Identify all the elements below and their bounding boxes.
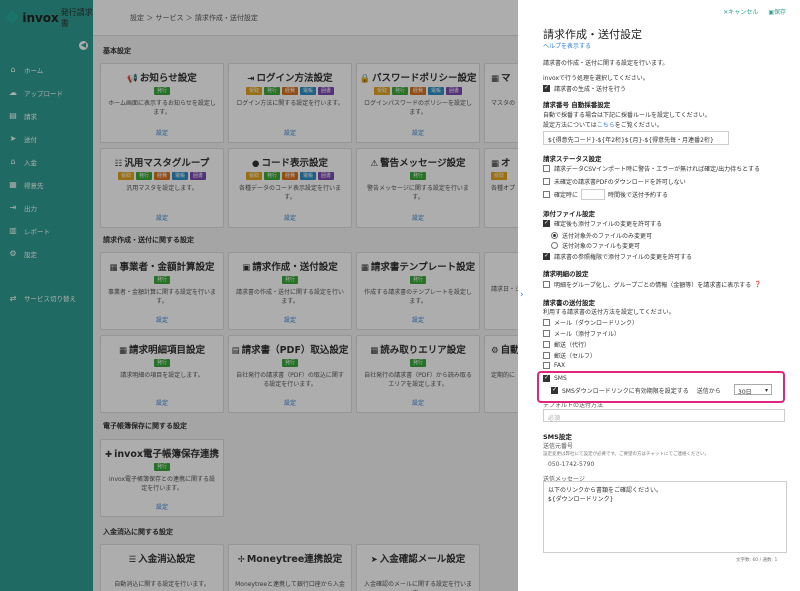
checkbox[interactable]	[543, 165, 550, 172]
option-label: 郵送（セルフ）	[554, 353, 597, 360]
option-label: 請求書の参照権限で添付ファイルの変更を許可する	[554, 254, 693, 261]
help-link[interactable]: ヘルプを表示する	[543, 41, 591, 50]
status-option-1[interactable]: 請求データCSVインポート時に警告・エラーが無ければ確定/出力待ちとする	[543, 164, 760, 173]
status-option-2[interactable]: 未確定の請求書PDFのダウンロードを許可しない	[543, 177, 686, 186]
checkbox[interactable]	[543, 341, 550, 348]
numbering-desc: 自動で採番する場合は下記に採番ルールを設定してください。	[543, 112, 711, 119]
help-icon[interactable]: ❓	[754, 281, 761, 288]
chevron-right-icon[interactable]: ›	[520, 290, 524, 300]
sms-highlight-box	[537, 371, 785, 403]
sms-settings-title: SMS設定	[543, 433, 572, 441]
attach-option-1[interactable]: 確定後も添付ファイルの変更を許可する	[543, 219, 662, 228]
detail-title: 請求明細の設定	[543, 270, 589, 278]
sender-number: 050-1742-5790	[548, 461, 595, 468]
checkbox[interactable]	[543, 219, 550, 227]
panel-actions: ✕キャンセル ▣保存	[723, 7, 786, 16]
checkbox[interactable]	[543, 84, 550, 92]
sender-label: 送信元番号	[543, 443, 574, 450]
process-note: invoxで行う処理を選択してください。	[543, 75, 649, 82]
panel-title: 請求作成・送付設定	[543, 28, 642, 41]
send-option-email-attach[interactable]: メール（添付ファイル）	[543, 329, 620, 338]
char-count: 文字数: 60 / 通数: 1	[736, 558, 778, 563]
send-option-email-link[interactable]: メール（ダウンロードリンク）	[543, 318, 638, 327]
checkbox[interactable]	[543, 252, 550, 260]
message-line: 以下のリンクから書類をご確認ください。	[548, 487, 663, 494]
sms-message-textarea[interactable]: 以下のリンクから書類をご確認ください。 ${ダウンロードリンク}	[543, 481, 787, 553]
checkbox[interactable]	[543, 281, 550, 288]
numbering-help: 設定方法については こちら をご覧ください。	[543, 120, 663, 129]
numbering-title: 請求番号 自動採番設定	[543, 101, 611, 109]
send-option-fax[interactable]: FAX	[543, 362, 565, 369]
default-method-select[interactable]: 必須	[543, 409, 785, 422]
send-desc: 利用する請求書の送付方法を設定してください。	[543, 309, 675, 316]
cancel-label: キャンセル	[728, 9, 759, 16]
process-option[interactable]: 請求書の生成・送付を行う	[543, 84, 626, 93]
option-label: 確定後も添付ファイルの変更を許可する	[554, 221, 663, 228]
numbering-rule-input[interactable]: ${得意先コード}-${年2桁}${月}-${得意先毎・月連番2桁}	[543, 131, 729, 145]
send-title: 請求書の送付設定	[543, 299, 595, 307]
message-line: ${ダウンロードリンク}	[548, 496, 614, 503]
option-label: 未確定の請求書PDFのダウンロードを許可しない	[554, 179, 686, 186]
status-title: 請求ステータス設定	[543, 155, 602, 163]
send-option-mail-proxy[interactable]: 郵送（代行）	[543, 340, 590, 349]
attach-radio-1[interactable]: 送付対象外のファイルのみ変更可	[551, 231, 652, 240]
option-label: 送付対象外のファイルのみ変更可	[562, 233, 653, 240]
sender-note: 設定変更は弊社にて設定が必要です。ご要望の方はチャットにてご連絡ください。	[543, 452, 710, 457]
help-text: 設定方法については	[543, 122, 597, 129]
checkbox[interactable]	[543, 178, 550, 185]
save-button[interactable]: ▣保存	[768, 7, 786, 16]
save-label: 保存	[773, 9, 786, 16]
help-text: をご覧ください。	[614, 122, 663, 129]
attach-title: 添付ファイル設定	[543, 210, 595, 218]
panel-intro: 請求書の作成・送付に関する設定を行います。	[543, 60, 669, 67]
option-label: 時間後で送付予約する	[608, 192, 669, 199]
send-option-mail-self[interactable]: 郵送（セルフ）	[543, 351, 596, 360]
attach-radio-2[interactable]: 送付対象のファイルも変更可	[551, 241, 640, 250]
option-label: 確定時に	[554, 192, 579, 199]
detail-option[interactable]: 明細をグループ化し、グループごとの情報（金額等）を請求書に表示する ❓	[543, 280, 762, 289]
radio[interactable]	[551, 232, 558, 239]
radio[interactable]	[551, 242, 558, 249]
checkbox[interactable]	[543, 352, 550, 359]
numbering-help-link[interactable]: こちら	[597, 120, 615, 129]
checkbox[interactable]	[543, 191, 550, 198]
hours-input[interactable]	[581, 189, 606, 200]
option-label: 明細をグループ化し、グループごとの情報（金額等）を請求書に表示する	[554, 282, 752, 289]
cancel-button[interactable]: ✕キャンセル	[723, 7, 758, 16]
status-option-3[interactable]: 確定時に 時間後で送付予約する	[543, 189, 668, 200]
option-label: 請求データCSVインポート時に警告・エラーが無ければ確定/出力待ちとする	[554, 166, 760, 173]
option-label: メール（ダウンロードリンク）	[554, 320, 639, 327]
option-label: メール（添付ファイル）	[554, 331, 621, 338]
checkbox[interactable]	[543, 319, 550, 326]
option-label: 郵送（代行）	[554, 342, 591, 349]
checkbox[interactable]	[543, 330, 550, 337]
checkbox[interactable]	[543, 362, 550, 369]
option-label: FAX	[554, 362, 566, 369]
option-label: 送付対象のファイルも変更可	[562, 243, 641, 250]
modal-backdrop[interactable]	[0, 0, 518, 591]
option-label: 請求書の生成・送付を行う	[554, 86, 627, 93]
attach-option-2[interactable]: 請求書の参照権限で添付ファイルの変更を許可する	[543, 252, 692, 261]
